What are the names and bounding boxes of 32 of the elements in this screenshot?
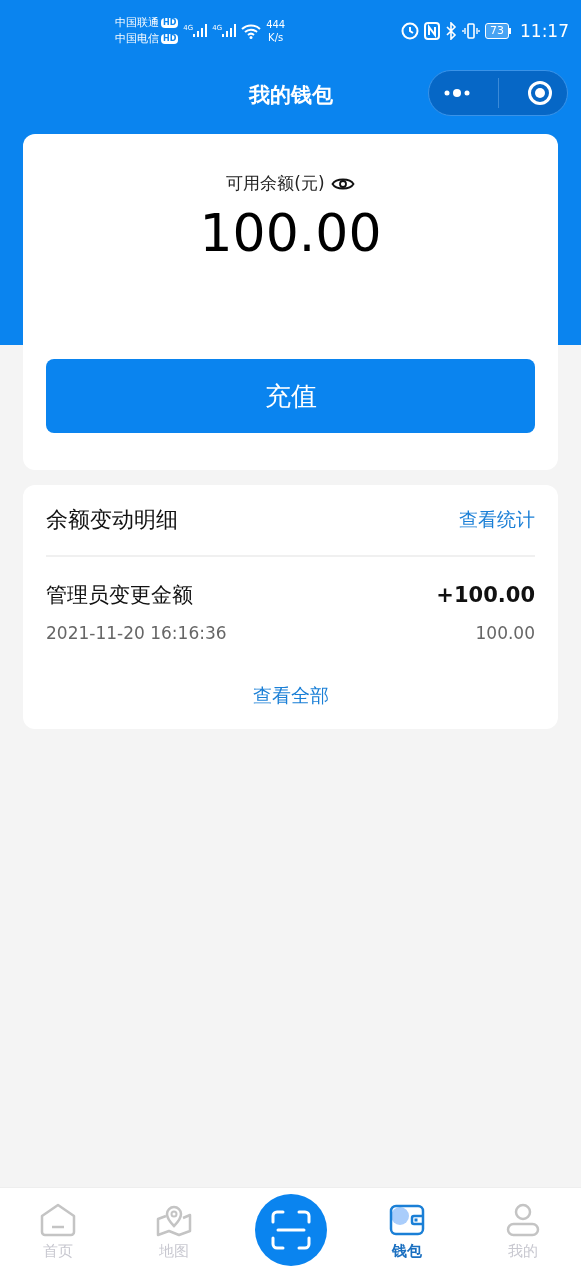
speed-value: 444 [266, 18, 286, 31]
balance-label: 可用余额(元) [226, 172, 325, 195]
nfc-icon [424, 22, 440, 40]
record-balance: 100.00 [475, 623, 535, 643]
more-icon[interactable] [442, 88, 471, 98]
bluetooth-icon [445, 22, 457, 40]
speed-unit: K/s [268, 31, 284, 44]
record-change: +100.00 [436, 583, 535, 607]
clock-icon [401, 22, 419, 40]
view-all-link[interactable]: 查看全部 [252, 683, 329, 709]
clock-time: 11:17 [520, 21, 569, 41]
signal-icon [193, 24, 208, 38]
home-icon [39, 1202, 78, 1238]
record-time: 2021-11-20 16:16:36 [46, 623, 227, 643]
record-title: 管理员变更金额 [46, 582, 193, 609]
page-title: 我的钱包 [248, 82, 333, 109]
carrier-name: 中国电信 [115, 31, 159, 47]
hd-badge: HD [161, 18, 179, 28]
vibrate-icon [462, 22, 480, 40]
statistics-link[interactable]: 查看统计 [459, 507, 535, 533]
balance-amount: 100.00 [199, 203, 382, 263]
close-icon[interactable] [527, 80, 554, 106]
scan-icon [269, 1209, 312, 1251]
signal-icon [222, 24, 237, 38]
hd-badge: HD [161, 34, 179, 44]
recharge-button[interactable]: 充值 [46, 359, 535, 433]
wifi-icon [241, 23, 262, 39]
battery-icon: 73 [485, 23, 511, 39]
section-title: 余额变动明细 [46, 506, 178, 534]
tab[interactable]: 钱包 [348, 1188, 465, 1278]
carrier-name: 中国联通 [115, 15, 159, 31]
wallet-icon [387, 1202, 426, 1238]
